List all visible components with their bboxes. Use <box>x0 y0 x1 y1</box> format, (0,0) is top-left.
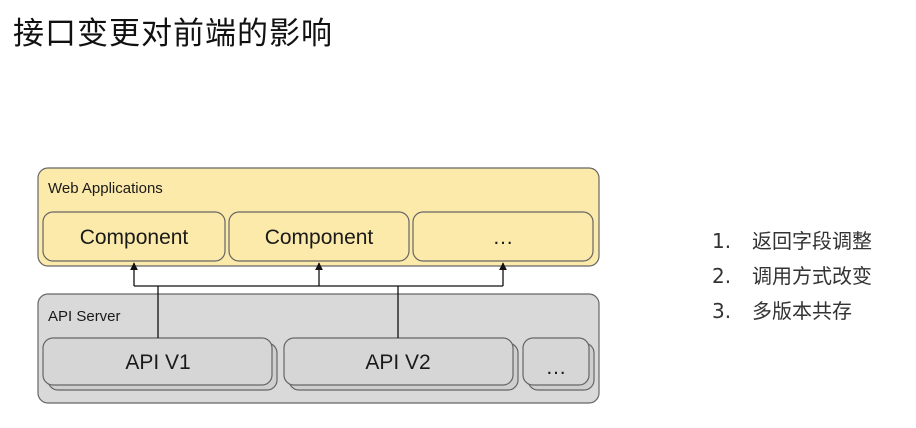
api-v1-label: API V1 <box>125 351 190 374</box>
web-applications-label: Web Applications <box>48 180 163 197</box>
api-more-label: … <box>546 356 567 379</box>
impact-number: 1. <box>712 229 732 253</box>
component-box[interactable]: Component <box>228 211 410 262</box>
component-box[interactable]: Component <box>42 211 226 262</box>
api-v2-label: API V2 <box>365 351 430 374</box>
api-more-box[interactable]: … <box>522 337 595 391</box>
component-label: Component <box>265 226 374 249</box>
api-v2-box[interactable]: API V2 <box>283 337 519 391</box>
impact-item: 3. 多版本共存 <box>712 294 872 329</box>
component-more-label: … <box>493 226 514 249</box>
component-more-box[interactable]: … <box>412 211 594 262</box>
impact-text: 返回字段调整 <box>752 229 872 253</box>
component-label: Component <box>80 226 189 249</box>
impact-list: 1. 返回字段调整 2. 调用方式改变 3. 多版本共存 <box>712 224 872 329</box>
architecture-diagram: Web Applications Component Component … A… <box>37 167 600 404</box>
impact-item: 2. 调用方式改变 <box>712 259 872 294</box>
api-server-panel: API Server API V1 API V2 … <box>37 293 600 404</box>
impact-item: 1. 返回字段调整 <box>712 224 872 259</box>
impact-text: 多版本共存 <box>752 299 852 323</box>
web-applications-panel: Web Applications Component Component … <box>37 167 600 267</box>
impact-number: 2. <box>712 264 732 288</box>
api-v1-box[interactable]: API V1 <box>42 337 278 391</box>
api-server-label: API Server <box>48 308 121 325</box>
impact-number: 3. <box>712 299 732 323</box>
impact-text: 调用方式改变 <box>752 264 872 288</box>
